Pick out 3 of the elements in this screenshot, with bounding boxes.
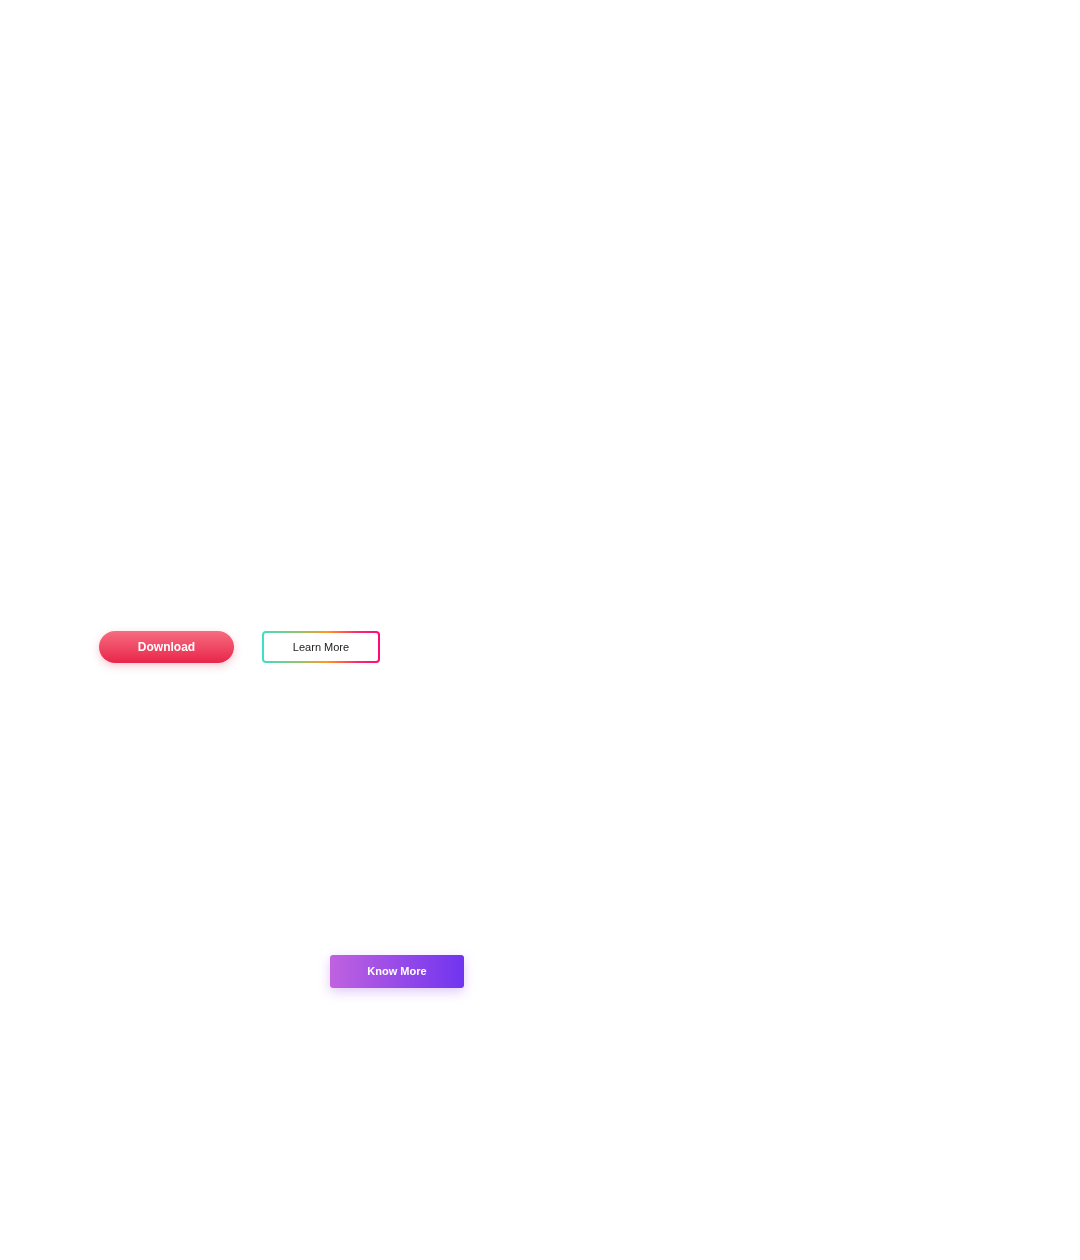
learn-more-button[interactable]: Learn More (262, 631, 380, 663)
know-more-button[interactable]: Know More (330, 955, 464, 988)
download-button[interactable]: Download (99, 631, 234, 663)
